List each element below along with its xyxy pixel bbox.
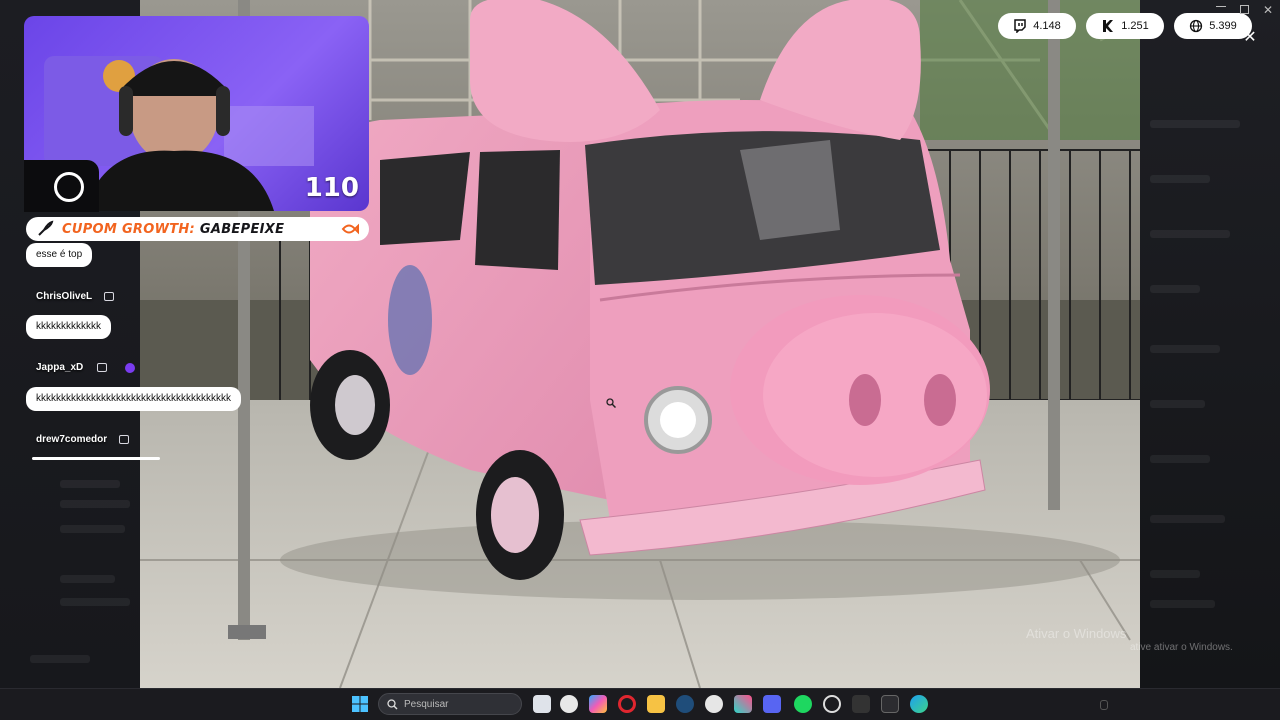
chat-message: esse é top xyxy=(26,243,93,267)
window-maximize-icon[interactable] xyxy=(1240,5,1249,14)
taskbar-search[interactable] xyxy=(378,693,522,715)
zoom-cursor-icon xyxy=(606,398,616,408)
twitch-icon xyxy=(1014,19,1026,33)
subscriber-badge-icon xyxy=(125,363,135,373)
file-icon[interactable] xyxy=(533,695,551,713)
kick-viewers-badge: 1.251 xyxy=(1086,13,1164,39)
emoji2-icon[interactable] xyxy=(705,695,723,713)
opera-icon[interactable] xyxy=(618,695,636,713)
tray-icon[interactable] xyxy=(1100,700,1108,710)
stat-value: 1.251 xyxy=(1121,20,1149,32)
discord-icon[interactable] xyxy=(763,695,781,713)
fish-icon xyxy=(341,223,359,235)
background-app-right xyxy=(1140,0,1280,688)
coupon-label: CUPOM GROWTH: GABEPEIXE xyxy=(62,221,285,237)
twitch-badge-icon xyxy=(104,292,114,301)
globe-icon xyxy=(1190,19,1203,33)
emoji-icon[interactable] xyxy=(560,695,578,713)
kick-icon xyxy=(1103,20,1114,32)
window-close-icon[interactable]: ✕ xyxy=(1263,3,1273,17)
chat-username[interactable]: ChrisOliveL xyxy=(36,291,92,302)
stat-value: 4.148 xyxy=(1033,20,1061,32)
search-icon xyxy=(387,698,398,709)
folder-icon[interactable] xyxy=(647,695,665,713)
chat-username[interactable]: Jappa_xD xyxy=(36,362,83,373)
chat-message: kkkkkkkkkkkkkkkkkkkkkkkkkkkkkkkkkkkkkkk xyxy=(26,387,241,411)
windows-start-icon[interactable] xyxy=(351,695,369,713)
chat-message: kkkkkkkkkkkkk xyxy=(26,315,111,339)
coupon-banner: CUPOM GROWTH: GABEPEIXE xyxy=(26,217,369,241)
steam-icon[interactable] xyxy=(676,695,694,713)
chat-username[interactable]: drew7comedor xyxy=(36,434,107,445)
obs-icon[interactable] xyxy=(823,695,841,713)
stat-value: 5.399 xyxy=(1209,20,1237,32)
terminal-icon[interactable] xyxy=(881,695,899,713)
capcut-icon[interactable] xyxy=(734,695,752,713)
chat-divider xyxy=(32,457,160,460)
taskbar xyxy=(0,688,1280,720)
screen: 110 CUPOM GROWTH: GABEPEIXE esse é top C… xyxy=(0,0,1280,720)
spotify-icon[interactable] xyxy=(794,695,812,713)
channel-logo-icon xyxy=(24,160,99,212)
activation-watermark-title: Ativar o Windows xyxy=(1026,626,1127,641)
twitch-badge-icon xyxy=(119,435,129,444)
twitch-badge-icon xyxy=(97,363,107,372)
viewer-counter: 110 xyxy=(304,173,359,203)
rocket-icon xyxy=(38,220,54,236)
window-minimize-icon[interactable] xyxy=(1216,6,1226,7)
edge-icon[interactable] xyxy=(910,695,928,713)
search-input[interactable] xyxy=(404,698,504,710)
close-icon[interactable]: ✕ xyxy=(1240,28,1260,48)
app-icon[interactable] xyxy=(852,695,870,713)
activation-watermark-subtitle: ative ativar o Windows. xyxy=(1130,642,1233,653)
copilot-icon[interactable] xyxy=(589,695,607,713)
twitch-viewers-badge: 4.148 xyxy=(998,13,1076,39)
